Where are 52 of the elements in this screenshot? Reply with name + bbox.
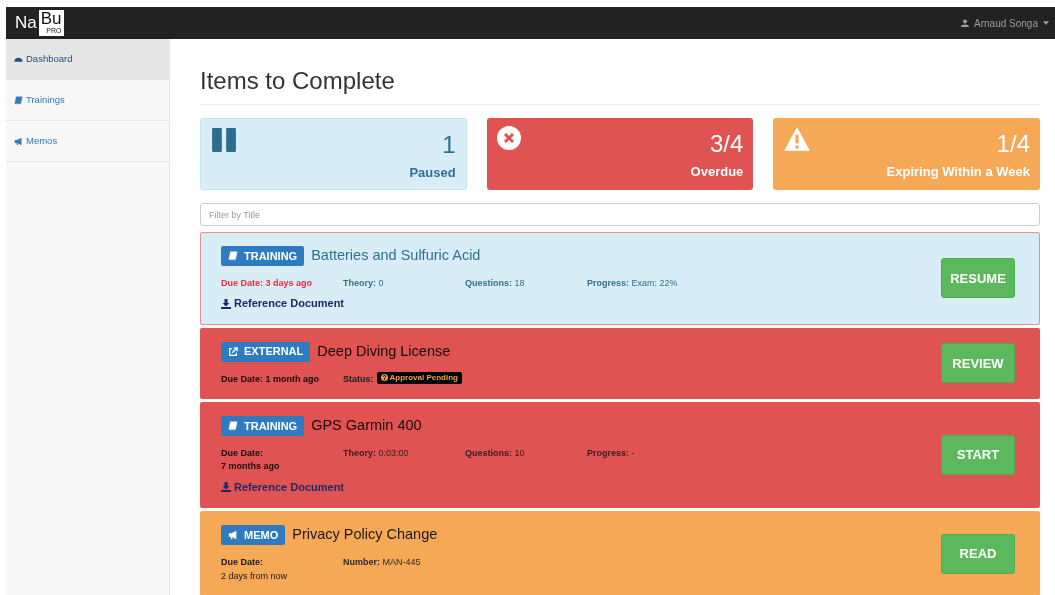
due-date: Due Date: 7 months ago: [221, 446, 281, 474]
due-date: Due Date: 1 month ago: [221, 372, 321, 386]
summary-label: Paused: [409, 164, 456, 182]
logo-text: Na: [15, 12, 37, 35]
user-icon: [961, 19, 970, 27]
action-button[interactable]: RESUME: [941, 258, 1015, 299]
summary-count: 3/4: [709, 129, 744, 159]
megaphone-icon: [228, 530, 238, 541]
external-link-icon: [228, 346, 238, 357]
question-icon: [380, 374, 388, 381]
due-date: Due Date: 3 days ago: [221, 276, 314, 290]
summary-label: Expiring Within a Week: [886, 163, 1030, 181]
warning-icon: [783, 126, 812, 152]
item-title: Privacy Policy Change: [292, 525, 438, 545]
book-icon: [228, 250, 238, 261]
filter-field[interactable]: Filter by Title: [200, 203, 1040, 226]
download-icon: [221, 482, 231, 492]
due-date: Due Date: 2 days from now: [221, 556, 289, 583]
summary-count: 1: [442, 130, 456, 160]
sidebar-item[interactable]: Dashboard: [6, 39, 169, 80]
summary-label: Overdue: [690, 163, 744, 181]
user-menu[interactable]: Arnaud Songa: [961, 15, 1049, 31]
type-badge: MEMO: [221, 525, 286, 546]
detail-field: Questions: 18: [465, 276, 587, 291]
status-label: Status:: [343, 372, 374, 386]
book-icon: [228, 420, 238, 431]
item-title: GPS Garmin 400: [311, 416, 422, 435]
megaphone-icon: [14, 136, 23, 146]
book-icon: [14, 95, 23, 105]
page-title: Items to Complete: [200, 63, 1040, 105]
summary-count: 1/4: [996, 129, 1030, 159]
action-button[interactable]: START: [941, 435, 1015, 476]
reference-document-link[interactable]: Reference Document: [221, 478, 709, 496]
caret-icon: [1043, 21, 1049, 25]
detail-field: Theory: 0: [343, 276, 465, 291]
detail-field: Questions: 10: [465, 446, 587, 474]
item-title: Batteries and Sulfuric Acid: [311, 246, 481, 265]
action-button[interactable]: READ: [941, 533, 1015, 574]
close-icon: [496, 126, 521, 150]
type-badge: EXTERNAL: [221, 341, 311, 362]
detail-field: Number: MAN-445: [343, 556, 465, 583]
type-badge: TRAINING: [221, 245, 305, 266]
item-title: Deep Diving License: [317, 341, 451, 361]
download-icon: [221, 298, 231, 309]
pause-icon: [211, 127, 237, 153]
type-badge: TRAINING: [221, 415, 305, 436]
reference-document-link[interactable]: Reference Document: [221, 295, 709, 312]
action-button[interactable]: REVIEW: [941, 343, 1015, 384]
detail-field: Theory: 0:03:00: [343, 446, 465, 474]
status-badge: Approval Pending: [376, 371, 462, 384]
detail-field: Progress: -: [587, 446, 709, 474]
detail-field: Progress: Exam: 22%: [587, 276, 709, 291]
